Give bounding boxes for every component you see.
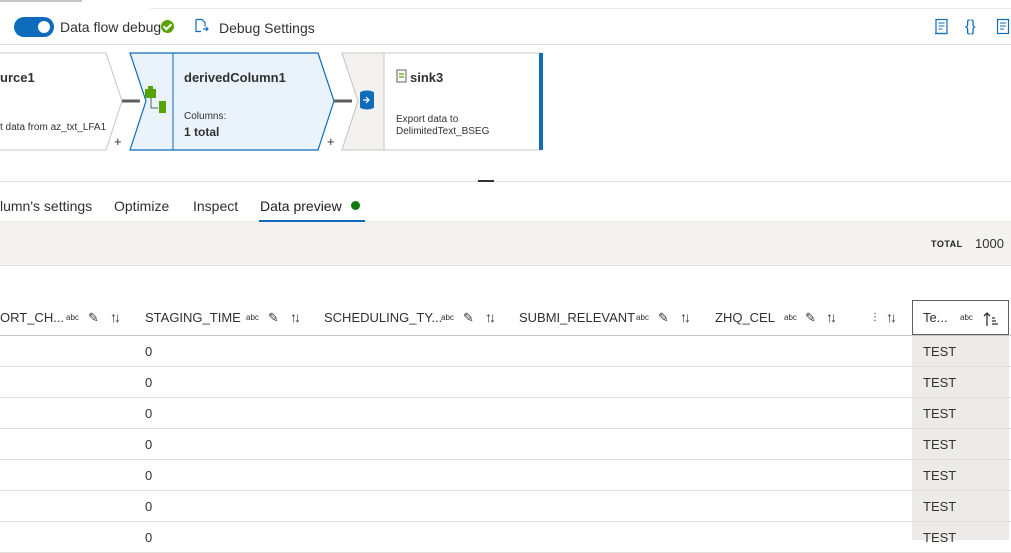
flow-graph [0,52,543,151]
derived-columns-value: 1 total [184,125,220,139]
column-type-tag: abc [246,313,259,322]
tab-data-preview[interactable]: Data preview [260,198,342,214]
cell-test: TEST [923,406,957,421]
source-node-shape [0,52,123,151]
source-node-title[interactable]: urce1 [0,70,35,85]
cell-staging-time: 0 [145,530,153,545]
data-preview-grid: ORT_CH... abc ✎ ↑↓ STAGING_TIME abc ✎ ↑↓… [0,300,1011,553]
cell-staging-time: 0 [145,344,153,359]
table-row[interactable]: 0 TEST [0,522,1011,553]
column-type-tag: abc [960,313,973,322]
derived-columns-label: Columns: [184,111,227,122]
sort-icon[interactable]: ↑↓ [290,309,301,325]
column-header-submi-relevant[interactable]: SUBMI_RELEVANT [519,310,635,325]
debug-settings-button[interactable]: Debug Settings [219,19,315,37]
script-icon[interactable] [934,18,950,36]
sort-ascending-icon[interactable] [983,311,999,327]
tab-optimize[interactable]: Optimize [114,198,169,214]
column-type-tag: abc [636,313,649,322]
tab-inspect[interactable]: Inspect [193,198,238,214]
toolbar: Data flow debug Debug Settings {} [0,0,1011,45]
cell-staging-time: 0 [145,406,153,421]
braces-icon[interactable]: {} [965,18,976,36]
table-row[interactable]: 0 TEST [0,429,1011,460]
toolbar-divider [150,8,1011,9]
cell-test: TEST [923,499,957,514]
source-node-description: t data from az_txt_LFA1 [0,122,107,133]
sink-database-icon [360,90,374,110]
column-header-test[interactable]: Te... [923,310,948,325]
derived-node-title[interactable]: derivedColumn1 [184,70,286,85]
column-header-staging-time[interactable]: STAGING_TIME [145,310,241,325]
sink-node-title[interactable]: sink3 [410,70,443,85]
cell-staging-time: 0 [145,437,153,452]
column-header-zhq-cel[interactable]: ZHQ_CEL [715,310,775,325]
sort-icon[interactable]: ↑↓ [485,309,496,325]
source-add-button[interactable]: + [114,134,122,149]
cell-staging-time: 0 [145,375,153,390]
table-row[interactable]: 0 TEST [0,336,1011,367]
column-copy-icon[interactable]: ✎ [88,310,99,326]
data-flow-debug-toggle[interactable] [14,17,54,37]
cell-test: TEST [923,468,957,483]
sort-icon[interactable]: ↑↓ [886,309,897,325]
sink-node-desc-line1: Export data to [396,114,459,125]
settings-tabs: lumn's settings Optimize Inspect Data pr… [0,188,1011,222]
sink-node-desc-line2: DelimitedText_BSEG [396,126,490,137]
derived-add-button[interactable]: + [327,134,335,149]
column-type-tag: abc [784,313,797,322]
table-row[interactable]: 0 TEST [0,460,1011,491]
data-flow-canvas: urce1 t data from az_txt_LFA1 + derivedC… [0,46,1011,182]
column-header-scheduling-ty[interactable]: SCHEDULING_TY... [324,310,442,325]
cell-test: TEST [923,344,957,359]
column-type-tag: abc [66,313,79,322]
table-row[interactable]: 0 TEST [0,367,1011,398]
sort-icon[interactable]: ↑↓ [110,309,121,325]
cell-test: TEST [923,375,957,390]
column-copy-icon[interactable]: ✎ [268,310,279,326]
total-label: TOTAL [931,239,963,249]
preview-status-dot-icon [351,201,360,210]
panel-splitter-handle[interactable] [478,180,494,182]
column-header-ort-ch[interactable]: ORT_CH... [0,310,64,325]
properties-icon[interactable] [996,18,1011,36]
column-type-tag: abc [441,313,454,322]
toggle-knob [38,21,50,33]
cell-test: TEST [923,437,957,452]
debug-status-check-icon [161,20,174,33]
table-row[interactable]: 0 TEST [0,491,1011,522]
column-copy-icon[interactable]: ✎ [805,310,816,326]
grid-header-row: ORT_CH... abc ✎ ↑↓ STAGING_TIME abc ✎ ↑↓… [0,300,1011,336]
total-value: 1000 [975,236,1004,251]
tab-remnant [0,0,82,2]
column-copy-icon[interactable]: ✎ [463,310,474,326]
column-copy-icon[interactable]: ✎ [658,310,669,326]
cell-test: TEST [923,530,957,545]
cell-staging-time: 0 [145,499,153,514]
preview-summary-bar [0,222,1011,266]
sort-icon[interactable]: ↑↓ [680,309,691,325]
data-flow-debug-label: Data flow debug [60,19,162,35]
cell-staging-time: 0 [145,468,153,483]
column-more-icon[interactable]: ⋮ [870,312,880,323]
sink-node-selection-bar [539,53,543,150]
table-row[interactable]: 0 TEST [0,398,1011,429]
debug-settings-icon[interactable] [193,18,209,34]
tab-column-settings[interactable]: lumn's settings [0,198,92,214]
sort-icon[interactable]: ↑↓ [826,309,837,325]
